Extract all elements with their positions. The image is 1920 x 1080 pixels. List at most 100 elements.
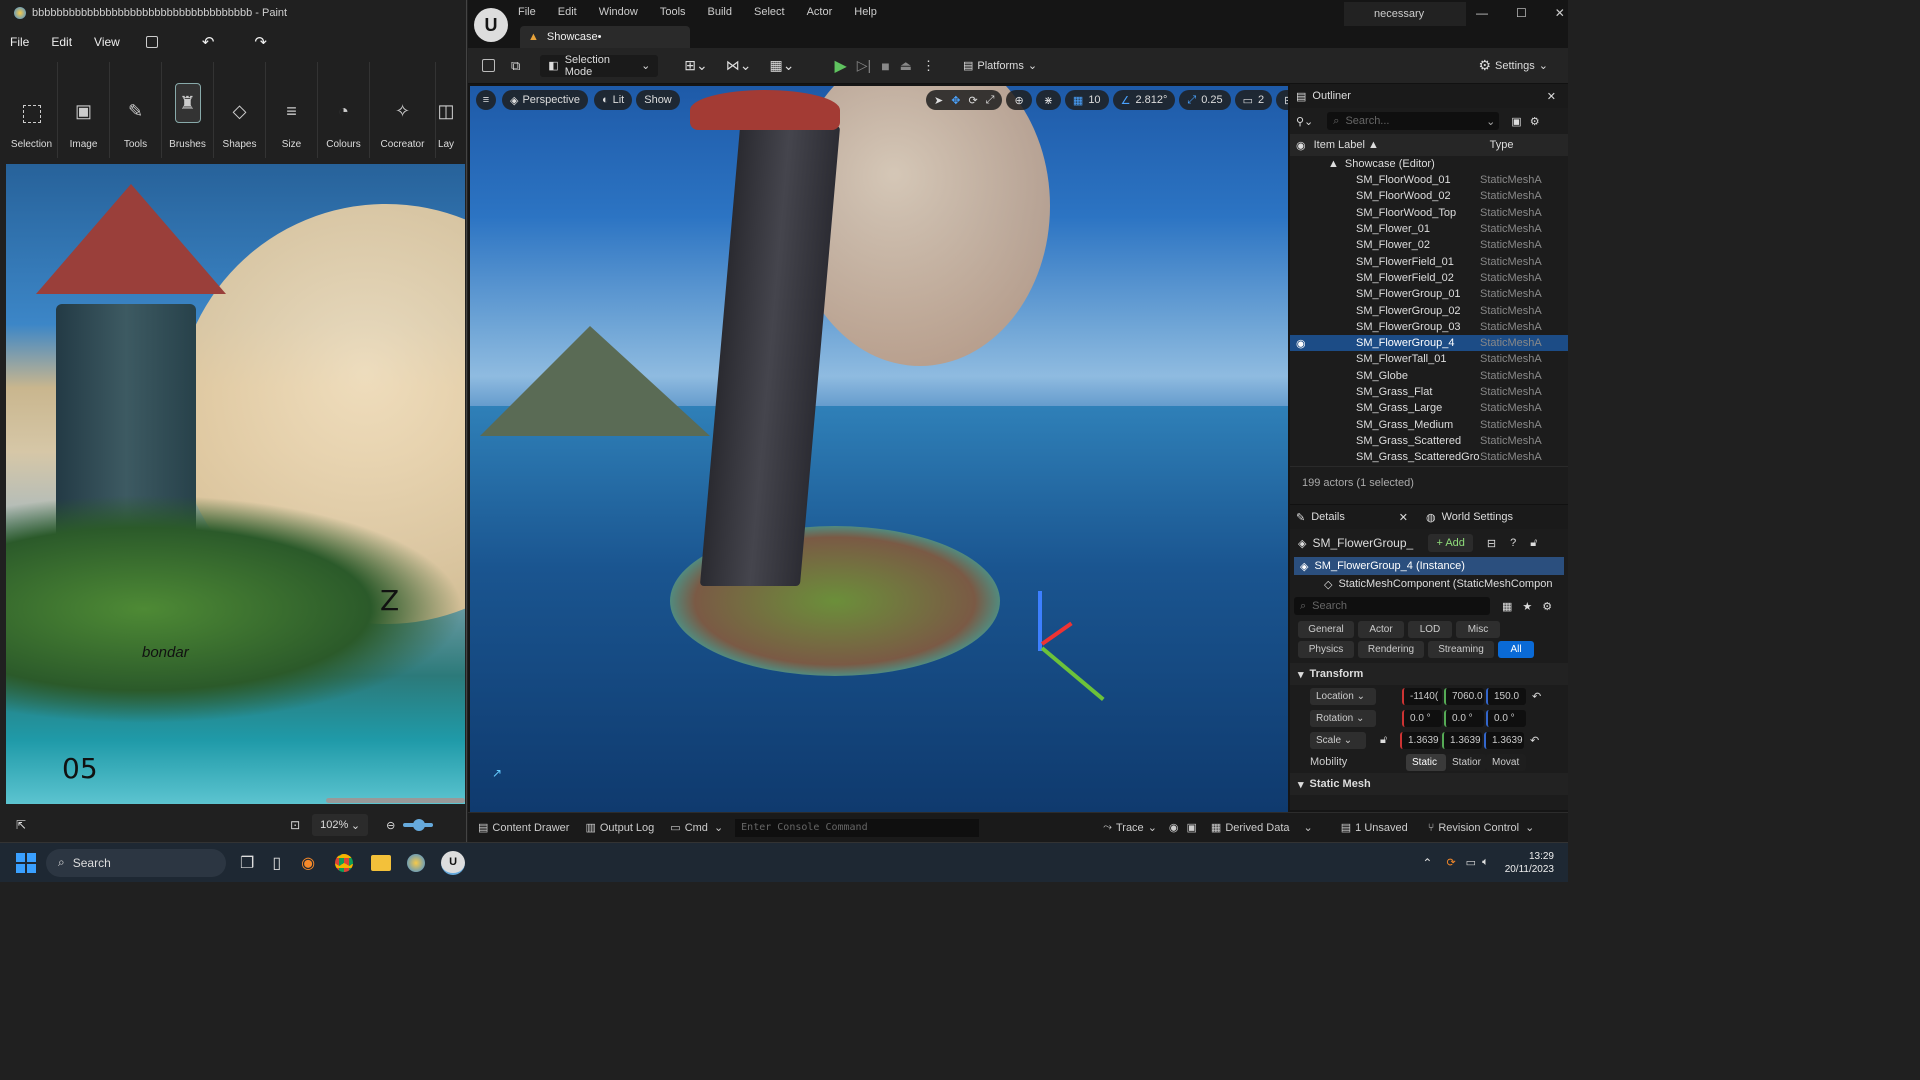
table-view-icon[interactable]: ▦ — [1502, 600, 1512, 613]
mobility-static[interactable]: Static — [1406, 753, 1446, 771]
blender-icon[interactable]: ◉ — [301, 853, 315, 873]
filter-general[interactable]: General — [1298, 620, 1354, 638]
zoom-out-icon[interactable]: ⊖ — [386, 819, 395, 832]
ribbon-tools[interactable]: ✎ Tools — [110, 62, 162, 158]
outliner-root[interactable]: ▲ Showcase (Editor) — [1290, 156, 1568, 172]
grid-snap-button[interactable]: ▦ 10 — [1064, 90, 1109, 110]
scale-snap-button[interactable]: ⤢ 0.25 — [1179, 90, 1231, 110]
location-z[interactable]: 150.0 — [1486, 687, 1526, 705]
zoom-slider[interactable] — [403, 819, 434, 831]
zoom-select[interactable]: 102% ⌄ — [312, 814, 369, 836]
outliner-row[interactable]: SM_FloorWood_Top StaticMeshA — [1290, 205, 1568, 221]
actor-name[interactable]: SM_FlowerGroup_ — [1312, 536, 1422, 550]
minimize-icon[interactable]: — — [1476, 6, 1488, 20]
task-view-icon[interactable]: ❐ — [240, 853, 254, 873]
layout-icon[interactable]: ⊞ — [1276, 90, 1288, 110]
ribbon-colours[interactable]: ◔ Colours — [318, 62, 370, 158]
network-icon[interactable]: ▭ — [1466, 856, 1476, 869]
outliner-settings-icon[interactable]: ⚙ — [1530, 115, 1540, 128]
maximize-icon[interactable]: ☐ — [1516, 6, 1527, 20]
add-actor-icon[interactable]: ⊞⌄ — [684, 57, 707, 74]
unreal-logo-icon[interactable]: U — [474, 8, 508, 42]
chrome-icon[interactable] — [335, 853, 354, 872]
ue-menu-edit[interactable]: Edit — [558, 6, 577, 18]
outliner-row[interactable]: SM_Grass_Flat StaticMeshA — [1290, 384, 1568, 400]
notepad-icon[interactable]: ▯ — [272, 853, 281, 873]
world-local-icon[interactable]: ⊕ — [1006, 90, 1032, 110]
redo-icon[interactable]: ↷ — [254, 33, 267, 51]
file-explorer-icon[interactable] — [371, 854, 392, 871]
perspective-button[interactable]: ◈ Perspective — [502, 90, 588, 110]
taskbar-search[interactable]: ⌕ Search — [46, 848, 226, 877]
outliner-close-icon[interactable]: ✕ — [1547, 90, 1556, 103]
details-search[interactable]: ⌕ Search — [1294, 597, 1490, 615]
save-icon[interactable] — [145, 36, 158, 48]
outliner-row[interactable]: SM_FloorWood_02 StaticMeshA — [1290, 188, 1568, 204]
ribbon-cocreator[interactable]: ✧ Cocreator — [370, 62, 436, 158]
derived-data-button[interactable]: ▦ Derived Data ⌄ — [1211, 821, 1313, 835]
rotation-z[interactable]: 0.0 ° — [1486, 709, 1526, 727]
component-instance-row[interactable]: ◈ SM_FlowerGroup_4 (Instance) — [1294, 557, 1564, 575]
ue-menu-actor[interactable]: Actor — [807, 6, 833, 18]
outliner-row[interactable]: SM_Grass_Large StaticMeshA — [1290, 400, 1568, 416]
console-input[interactable]: Enter Console Command — [735, 818, 980, 837]
level-tab[interactable]: ▲ Showcase• — [520, 26, 690, 48]
transform-tools[interactable]: ➤ ✥ ⟳ ⤢ — [926, 90, 1003, 110]
trace-button[interactable]: ⤳ Trace ⌄ — [1103, 821, 1157, 834]
ue-menu-build[interactable]: Build — [708, 6, 732, 18]
platforms-button[interactable]: ▤ Platforms ⌄ — [955, 55, 1045, 77]
rotation-dropdown[interactable]: Rotation ⌄ — [1310, 709, 1376, 727]
outliner-row[interactable]: SM_FlowerField_02 StaticMeshA — [1290, 270, 1568, 286]
ue-menu-window[interactable]: Window — [599, 6, 638, 18]
undo-icon[interactable]: ↶ — [202, 33, 215, 51]
eject-icon[interactable]: ⏏ — [900, 58, 912, 74]
unreal-taskbar-icon[interactable]: U — [441, 850, 466, 875]
filter-physics[interactable]: Physics — [1298, 640, 1354, 658]
revision-control-button[interactable]: ⑂ Revision Control ⌄ — [1428, 821, 1535, 835]
unsaved-button[interactable]: ▤ 1 Unsaved — [1341, 821, 1408, 835]
world-settings-tab[interactable]: ◍ World Settings — [1426, 511, 1513, 524]
location-dropdown[interactable]: Location ⌄ — [1310, 687, 1376, 705]
lock-icon[interactable]: 🔓︎ — [1530, 537, 1537, 550]
blueprint-add-icon[interactable]: ⊟ — [1487, 537, 1496, 550]
mobility-movable[interactable]: Movat — [1486, 753, 1526, 771]
outliner-row[interactable]: SM_FlowerField_01 StaticMeshA — [1290, 253, 1568, 269]
outliner-search[interactable]: ⌕ Search... ⌄ — [1327, 112, 1500, 130]
ue-menu-select[interactable]: Select — [754, 6, 785, 18]
play-options-icon[interactable]: ⋮ — [922, 58, 935, 74]
details-tab[interactable]: ✎ Details ✕ — [1290, 511, 1414, 524]
scale-x[interactable]: 1.3639 — [1400, 731, 1440, 749]
screenshot-icon[interactable]: ▣ — [1187, 821, 1197, 834]
help-icon[interactable]: ? — [1510, 537, 1516, 549]
paint-menu-view[interactable]: View — [94, 35, 120, 49]
ue-menu-file[interactable]: File — [518, 6, 536, 18]
new-folder-icon[interactable]: ▣ — [1511, 115, 1521, 128]
paint-menu-file[interactable]: File — [10, 35, 29, 49]
outliner-row[interactable]: ◉ SM_FlowerGroup_4 StaticMeshA — [1290, 334, 1568, 352]
content-drawer-button[interactable]: ▤ Content Drawer — [478, 821, 569, 835]
scale-dropdown[interactable]: Scale ⌄ — [1310, 731, 1366, 749]
static-mesh-section[interactable]: ▾ Static Mesh — [1290, 773, 1568, 795]
browse-icon[interactable]: ⧉ — [511, 58, 520, 74]
paint-taskbar-icon[interactable] — [407, 853, 426, 872]
sync-icon[interactable]: ⟳ — [1446, 856, 1455, 869]
details-settings-icon[interactable]: ⚙ — [1542, 600, 1552, 613]
location-y[interactable]: 7060.0 — [1444, 687, 1484, 705]
output-log-button[interactable]: ▥ Output Log — [585, 821, 654, 835]
lit-button[interactable]: ◐ Lit — [593, 90, 633, 110]
outliner-row[interactable]: SM_Globe StaticMeshA — [1290, 368, 1568, 384]
blueprint-icon[interactable]: ⋈⌄ — [726, 57, 752, 74]
component-row[interactable]: ◇ StaticMeshComponent (StaticMeshCompon — [1290, 575, 1568, 593]
camera-speed-button[interactable]: ▭ 2 — [1234, 90, 1273, 110]
surface-snap-icon[interactable]: ⋇ — [1035, 90, 1061, 110]
cinematics-icon[interactable]: ▦⌄ — [770, 57, 795, 74]
ribbon-size[interactable]: ≡ Size — [266, 62, 318, 158]
viewport-menu-icon[interactable]: ≡ — [476, 90, 496, 110]
filter-rendering[interactable]: Rendering — [1358, 640, 1424, 658]
filter-misc[interactable]: Misc — [1456, 620, 1500, 638]
outliner-row[interactable]: SM_FlowerGroup_01 StaticMeshA — [1290, 286, 1568, 302]
rotation-snap-button[interactable]: ∠ 2.812° — [1112, 90, 1176, 110]
row-visibility-icon[interactable]: ◉ — [1296, 337, 1306, 350]
paint-canvas[interactable]: Z 05 bondar — [6, 164, 465, 804]
volume-icon[interactable]: 🔈︎ — [1482, 856, 1489, 869]
